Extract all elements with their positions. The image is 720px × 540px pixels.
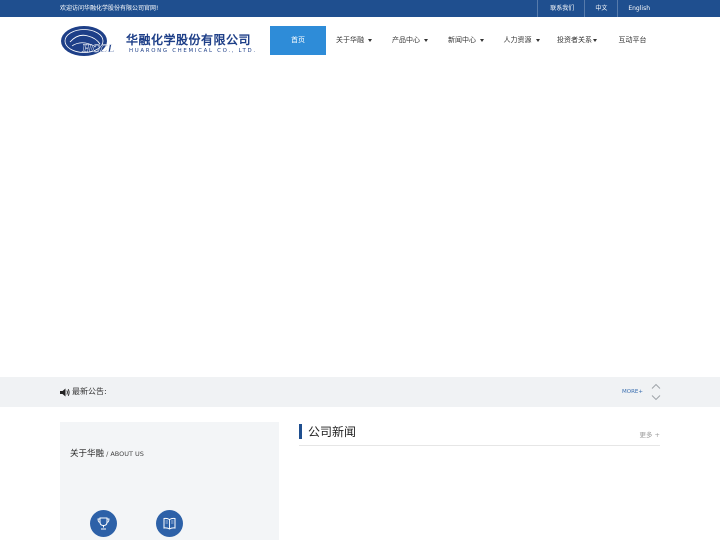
notice-label: 最新公告: xyxy=(72,387,107,396)
welcome-text: 欢迎访问华融化学股份有限公司官网! xyxy=(60,5,159,12)
logo[interactable]: HCCL 华融化学股份有限公司 HUARONG CHEMICAL CO., LT… xyxy=(60,25,260,57)
chevron-down-icon[interactable] xyxy=(651,394,661,401)
chevron-up-icon[interactable] xyxy=(651,383,661,390)
nav-interaction[interactable]: 互动平台 xyxy=(605,26,660,55)
book-button[interactable] xyxy=(156,510,183,537)
book-icon xyxy=(163,517,176,530)
nav-interaction-label: 互动平台 xyxy=(618,36,647,44)
news-more-link[interactable]: 更多 + xyxy=(639,429,660,439)
nav-news[interactable]: 新闻中心 xyxy=(438,26,494,55)
nav-products[interactable]: 产品中心 xyxy=(382,26,438,55)
company-name-cn: 华融化学股份有限公司 xyxy=(126,33,252,47)
header: HCCL 华融化学股份有限公司 HUARONG CHEMICAL CO., LT… xyxy=(0,17,720,63)
trophy-button[interactable] xyxy=(90,510,117,537)
main-nav: 首页 关于华融 产品中心 新闻中心 人力资源 投资者关系 互动平台 xyxy=(270,26,660,55)
news-section-header: 公司新闻 更多 + xyxy=(299,423,660,446)
nav-home-label: 首页 xyxy=(291,36,305,44)
chinese-link[interactable]: 中文 xyxy=(584,0,617,17)
about-title: 关于华融 / ABOUT US xyxy=(70,447,144,459)
speaker-icon xyxy=(60,388,70,397)
company-name-en: HUARONG CHEMICAL CO., LTD. xyxy=(129,48,257,54)
about-title-en: / ABOUT US xyxy=(104,450,144,458)
nav-investors[interactable]: 投资者关系 xyxy=(549,26,605,55)
caret-down-icon xyxy=(424,38,428,42)
nav-investors-label: 投资者关系 xyxy=(557,36,592,44)
nav-home[interactable]: 首页 xyxy=(270,26,326,55)
news-accent-bar xyxy=(299,424,302,439)
news-title: 公司新闻 xyxy=(308,425,357,439)
nav-about[interactable]: 关于华融 xyxy=(326,26,382,55)
about-panel: 关于华融 / ABOUT US xyxy=(60,422,279,540)
top-bar: 欢迎访问华融化学股份有限公司官网! 联系我们 中文 English xyxy=(0,0,720,17)
caret-down-icon xyxy=(368,38,372,42)
nav-about-label: 关于华融 xyxy=(336,36,364,44)
nav-hr-label: 人力资源 xyxy=(503,36,532,44)
caret-down-icon xyxy=(535,38,540,42)
top-links: 联系我们 中文 English xyxy=(537,0,660,17)
caret-down-icon xyxy=(480,38,484,42)
contact-link[interactable]: 联系我们 xyxy=(537,0,584,17)
english-link[interactable]: English xyxy=(617,0,660,17)
trophy-icon xyxy=(97,517,110,530)
nav-products-label: 产品中心 xyxy=(392,36,420,44)
hero-banner xyxy=(0,63,720,377)
notice-bar: 最新公告: MORE+ xyxy=(0,377,720,407)
notice-more-link[interactable]: MORE+ xyxy=(622,377,643,407)
nav-hr[interactable]: 人力资源 xyxy=(494,26,549,55)
logo-mark-text: HCCL xyxy=(81,41,115,55)
caret-down-icon xyxy=(593,38,597,42)
nav-news-label: 新闻中心 xyxy=(448,36,476,44)
about-title-cn: 关于华融 xyxy=(70,449,105,459)
logo-emblem: HCCL xyxy=(61,26,115,56)
